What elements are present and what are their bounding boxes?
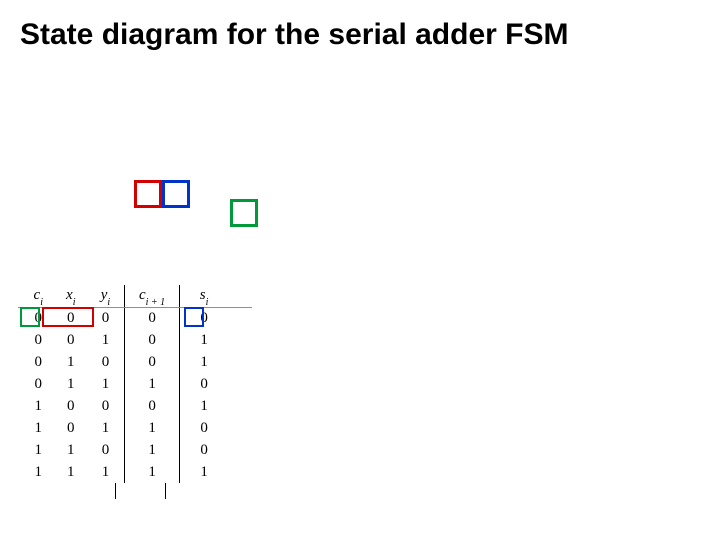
highlight-ci xyxy=(20,307,40,327)
cell-cip1: 0 xyxy=(124,395,179,417)
table-row: 01001 xyxy=(22,351,228,373)
cell-ci: 1 xyxy=(22,395,55,417)
th-xi: xi xyxy=(55,285,88,307)
table-row: 11111 xyxy=(22,461,228,483)
cell-xi: 1 xyxy=(55,351,88,373)
cell-xi: 1 xyxy=(55,439,88,461)
cell-yi: 1 xyxy=(87,373,124,395)
cell-ci: 1 xyxy=(22,417,55,439)
cell-cip1: 0 xyxy=(124,307,179,329)
cell-ci: 1 xyxy=(22,461,55,483)
table-row: 11010 xyxy=(22,439,228,461)
cell-si: 1 xyxy=(180,461,228,483)
legend-square-red xyxy=(134,180,162,208)
th-si: si xyxy=(180,285,228,307)
cell-xi: 1 xyxy=(55,461,88,483)
th-yi: yi xyxy=(87,285,124,307)
cell-xi: 0 xyxy=(55,329,88,351)
table-head: ci xi yi ci + 1 si xyxy=(22,285,228,307)
cell-cip1: 1 xyxy=(124,417,179,439)
th-si-sub: i xyxy=(206,297,209,308)
cell-yi: 0 xyxy=(87,351,124,373)
cell-yi: 1 xyxy=(87,461,124,483)
table-header-row: ci xi yi ci + 1 si xyxy=(22,285,228,307)
cell-yi: 0 xyxy=(87,395,124,417)
cell-si: 1 xyxy=(180,351,228,373)
highlight-si xyxy=(184,307,204,327)
cell-cip1: 0 xyxy=(124,329,179,351)
highlight-xiyi xyxy=(42,307,94,327)
th-xi-sub: i xyxy=(73,297,76,308)
table-row: 10001 xyxy=(22,395,228,417)
cell-ci: 0 xyxy=(22,351,55,373)
cell-ci: 0 xyxy=(22,329,55,351)
slide: State diagram for the serial adder FSM c… xyxy=(0,0,720,540)
cell-ci: 0 xyxy=(22,373,55,395)
cell-ci: 1 xyxy=(22,439,55,461)
legend-square-blue xyxy=(162,180,190,208)
cell-si: 0 xyxy=(180,439,228,461)
cell-cip1: 0 xyxy=(124,351,179,373)
cell-xi: 1 xyxy=(55,373,88,395)
table-row: 00101 xyxy=(22,329,228,351)
cell-cip1: 1 xyxy=(124,373,179,395)
page-title: State diagram for the serial adder FSM xyxy=(20,18,568,52)
th-yi-sub: i xyxy=(107,297,110,308)
th-cip1-sub: i + 1 xyxy=(146,297,166,308)
th-xi-base: x xyxy=(66,287,73,303)
cell-yi: 1 xyxy=(87,417,124,439)
table-row: 10110 xyxy=(22,417,228,439)
cell-xi: 0 xyxy=(55,417,88,439)
th-cip1: ci + 1 xyxy=(124,285,179,307)
separator-tail-1 xyxy=(115,483,116,499)
cell-xi: 0 xyxy=(55,395,88,417)
separator-tail-2 xyxy=(165,483,166,499)
th-si-base: s xyxy=(200,287,206,303)
th-cip1-base: c xyxy=(139,287,146,303)
table-body: 0000000101010010111010001101101101011111 xyxy=(22,307,228,483)
table-row: 01110 xyxy=(22,373,228,395)
cell-si: 1 xyxy=(180,395,228,417)
cell-cip1: 1 xyxy=(124,439,179,461)
cell-si: 1 xyxy=(180,329,228,351)
th-ci: ci xyxy=(22,285,55,307)
cell-cip1: 1 xyxy=(124,461,179,483)
cell-si: 0 xyxy=(180,417,228,439)
cell-yi: 1 xyxy=(87,329,124,351)
cell-yi: 0 xyxy=(87,439,124,461)
cell-si: 0 xyxy=(180,373,228,395)
legend-square-green xyxy=(230,199,258,227)
th-ci-sub: i xyxy=(40,297,43,308)
